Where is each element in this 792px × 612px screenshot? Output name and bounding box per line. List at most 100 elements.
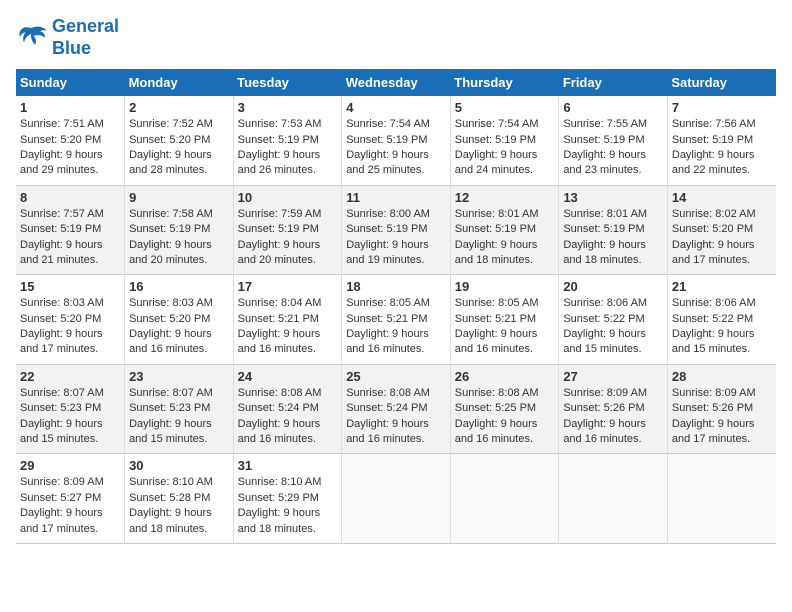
calendar-cell: 26 Sunrise: 8:08 AMSunset: 5:25 PMDaylig… bbox=[450, 364, 559, 454]
day-header-friday: Friday bbox=[559, 69, 668, 96]
day-info: Sunrise: 8:01 AMSunset: 5:19 PMDaylight:… bbox=[455, 207, 555, 269]
day-number: 29 bbox=[20, 458, 120, 473]
calendar-cell: 28 Sunrise: 8:09 AMSunset: 5:26 PMDaylig… bbox=[667, 364, 776, 454]
day-info: Sunrise: 8:06 AMSunset: 5:22 PMDaylight:… bbox=[672, 296, 772, 358]
day-number: 9 bbox=[129, 190, 229, 205]
calendar-cell: 7 Sunrise: 7:56 AMSunset: 5:19 PMDayligh… bbox=[667, 96, 776, 185]
day-number: 8 bbox=[20, 190, 120, 205]
day-info: Sunrise: 7:53 AMSunset: 5:19 PMDaylight:… bbox=[238, 117, 338, 179]
day-number: 4 bbox=[346, 100, 446, 115]
calendar-cell: 19 Sunrise: 8:05 AMSunset: 5:21 PMDaylig… bbox=[450, 275, 559, 365]
day-number: 5 bbox=[455, 100, 555, 115]
calendar-cell bbox=[342, 454, 451, 544]
day-info: Sunrise: 8:08 AMSunset: 5:24 PMDaylight:… bbox=[238, 386, 338, 448]
calendar-cell: 25 Sunrise: 8:08 AMSunset: 5:24 PMDaylig… bbox=[342, 364, 451, 454]
day-number: 31 bbox=[238, 458, 338, 473]
calendar-cell: 22 Sunrise: 8:07 AMSunset: 5:23 PMDaylig… bbox=[16, 364, 125, 454]
day-info: Sunrise: 7:54 AMSunset: 5:19 PMDaylight:… bbox=[346, 117, 446, 179]
day-info: Sunrise: 8:09 AMSunset: 5:26 PMDaylight:… bbox=[563, 386, 663, 448]
day-number: 24 bbox=[238, 369, 338, 384]
calendar-cell: 18 Sunrise: 8:05 AMSunset: 5:21 PMDaylig… bbox=[342, 275, 451, 365]
day-header-saturday: Saturday bbox=[667, 69, 776, 96]
calendar-cell: 23 Sunrise: 8:07 AMSunset: 5:23 PMDaylig… bbox=[125, 364, 234, 454]
day-number: 12 bbox=[455, 190, 555, 205]
calendar-cell: 9 Sunrise: 7:58 AMSunset: 5:19 PMDayligh… bbox=[125, 185, 234, 275]
calendar-cell: 6 Sunrise: 7:55 AMSunset: 5:19 PMDayligh… bbox=[559, 96, 668, 185]
calendar-cell: 24 Sunrise: 8:08 AMSunset: 5:24 PMDaylig… bbox=[233, 364, 342, 454]
calendar-cell bbox=[559, 454, 668, 544]
day-header-thursday: Thursday bbox=[450, 69, 559, 96]
day-info: Sunrise: 8:06 AMSunset: 5:22 PMDaylight:… bbox=[563, 296, 663, 358]
page-header: General Blue bbox=[16, 16, 776, 59]
day-info: Sunrise: 8:05 AMSunset: 5:21 PMDaylight:… bbox=[346, 296, 446, 358]
day-number: 25 bbox=[346, 369, 446, 384]
day-header-sunday: Sunday bbox=[16, 69, 125, 96]
calendar-cell: 30 Sunrise: 8:10 AMSunset: 5:28 PMDaylig… bbox=[125, 454, 234, 544]
calendar-cell: 17 Sunrise: 8:04 AMSunset: 5:21 PMDaylig… bbox=[233, 275, 342, 365]
day-info: Sunrise: 8:00 AMSunset: 5:19 PMDaylight:… bbox=[346, 207, 446, 269]
days-header-row: SundayMondayTuesdayWednesdayThursdayFrid… bbox=[16, 69, 776, 96]
calendar-cell: 4 Sunrise: 7:54 AMSunset: 5:19 PMDayligh… bbox=[342, 96, 451, 185]
day-info: Sunrise: 8:03 AMSunset: 5:20 PMDaylight:… bbox=[20, 296, 120, 358]
day-number: 1 bbox=[20, 100, 120, 115]
day-number: 18 bbox=[346, 279, 446, 294]
day-number: 27 bbox=[563, 369, 663, 384]
calendar-table: SundayMondayTuesdayWednesdayThursdayFrid… bbox=[16, 69, 776, 544]
day-info: Sunrise: 7:57 AMSunset: 5:19 PMDaylight:… bbox=[20, 207, 120, 269]
calendar-cell: 12 Sunrise: 8:01 AMSunset: 5:19 PMDaylig… bbox=[450, 185, 559, 275]
day-number: 22 bbox=[20, 369, 120, 384]
day-info: Sunrise: 8:10 AMSunset: 5:29 PMDaylight:… bbox=[238, 475, 338, 537]
day-info: Sunrise: 7:51 AMSunset: 5:20 PMDaylight:… bbox=[20, 117, 120, 179]
calendar-cell: 14 Sunrise: 8:02 AMSunset: 5:20 PMDaylig… bbox=[667, 185, 776, 275]
day-number: 16 bbox=[129, 279, 229, 294]
calendar-cell: 16 Sunrise: 8:03 AMSunset: 5:20 PMDaylig… bbox=[125, 275, 234, 365]
day-number: 7 bbox=[672, 100, 772, 115]
day-info: Sunrise: 8:05 AMSunset: 5:21 PMDaylight:… bbox=[455, 296, 555, 358]
day-number: 15 bbox=[20, 279, 120, 294]
day-info: Sunrise: 7:54 AMSunset: 5:19 PMDaylight:… bbox=[455, 117, 555, 179]
day-number: 11 bbox=[346, 190, 446, 205]
day-info: Sunrise: 7:52 AMSunset: 5:20 PMDaylight:… bbox=[129, 117, 229, 179]
day-number: 19 bbox=[455, 279, 555, 294]
calendar-cell: 27 Sunrise: 8:09 AMSunset: 5:26 PMDaylig… bbox=[559, 364, 668, 454]
day-info: Sunrise: 8:09 AMSunset: 5:26 PMDaylight:… bbox=[672, 386, 772, 448]
day-info: Sunrise: 8:07 AMSunset: 5:23 PMDaylight:… bbox=[129, 386, 229, 448]
day-number: 20 bbox=[563, 279, 663, 294]
week-row-5: 29 Sunrise: 8:09 AMSunset: 5:27 PMDaylig… bbox=[16, 454, 776, 544]
calendar-cell: 20 Sunrise: 8:06 AMSunset: 5:22 PMDaylig… bbox=[559, 275, 668, 365]
day-number: 3 bbox=[238, 100, 338, 115]
calendar-cell: 13 Sunrise: 8:01 AMSunset: 5:19 PMDaylig… bbox=[559, 185, 668, 275]
calendar-cell: 29 Sunrise: 8:09 AMSunset: 5:27 PMDaylig… bbox=[16, 454, 125, 544]
day-info: Sunrise: 7:56 AMSunset: 5:19 PMDaylight:… bbox=[672, 117, 772, 179]
calendar-cell: 8 Sunrise: 7:57 AMSunset: 5:19 PMDayligh… bbox=[16, 185, 125, 275]
logo-text: General Blue bbox=[52, 16, 119, 59]
day-number: 26 bbox=[455, 369, 555, 384]
day-info: Sunrise: 8:10 AMSunset: 5:28 PMDaylight:… bbox=[129, 475, 229, 537]
calendar-cell: 31 Sunrise: 8:10 AMSunset: 5:29 PMDaylig… bbox=[233, 454, 342, 544]
day-number: 21 bbox=[672, 279, 772, 294]
week-row-3: 15 Sunrise: 8:03 AMSunset: 5:20 PMDaylig… bbox=[16, 275, 776, 365]
day-info: Sunrise: 7:59 AMSunset: 5:19 PMDaylight:… bbox=[238, 207, 338, 269]
calendar-cell: 21 Sunrise: 8:06 AMSunset: 5:22 PMDaylig… bbox=[667, 275, 776, 365]
day-info: Sunrise: 8:08 AMSunset: 5:24 PMDaylight:… bbox=[346, 386, 446, 448]
calendar-cell: 10 Sunrise: 7:59 AMSunset: 5:19 PMDaylig… bbox=[233, 185, 342, 275]
calendar-cell: 2 Sunrise: 7:52 AMSunset: 5:20 PMDayligh… bbox=[125, 96, 234, 185]
day-info: Sunrise: 7:58 AMSunset: 5:19 PMDaylight:… bbox=[129, 207, 229, 269]
day-number: 30 bbox=[129, 458, 229, 473]
day-number: 6 bbox=[563, 100, 663, 115]
day-info: Sunrise: 8:03 AMSunset: 5:20 PMDaylight:… bbox=[129, 296, 229, 358]
day-number: 10 bbox=[238, 190, 338, 205]
week-row-1: 1 Sunrise: 7:51 AMSunset: 5:20 PMDayligh… bbox=[16, 96, 776, 185]
calendar-cell: 5 Sunrise: 7:54 AMSunset: 5:19 PMDayligh… bbox=[450, 96, 559, 185]
calendar-cell: 3 Sunrise: 7:53 AMSunset: 5:19 PMDayligh… bbox=[233, 96, 342, 185]
day-number: 17 bbox=[238, 279, 338, 294]
day-number: 2 bbox=[129, 100, 229, 115]
logo-bird-icon bbox=[16, 24, 48, 52]
week-row-2: 8 Sunrise: 7:57 AMSunset: 5:19 PMDayligh… bbox=[16, 185, 776, 275]
day-number: 23 bbox=[129, 369, 229, 384]
calendar-cell: 1 Sunrise: 7:51 AMSunset: 5:20 PMDayligh… bbox=[16, 96, 125, 185]
day-header-tuesday: Tuesday bbox=[233, 69, 342, 96]
calendar-cell: 15 Sunrise: 8:03 AMSunset: 5:20 PMDaylig… bbox=[16, 275, 125, 365]
logo: General Blue bbox=[16, 16, 119, 59]
day-info: Sunrise: 8:08 AMSunset: 5:25 PMDaylight:… bbox=[455, 386, 555, 448]
